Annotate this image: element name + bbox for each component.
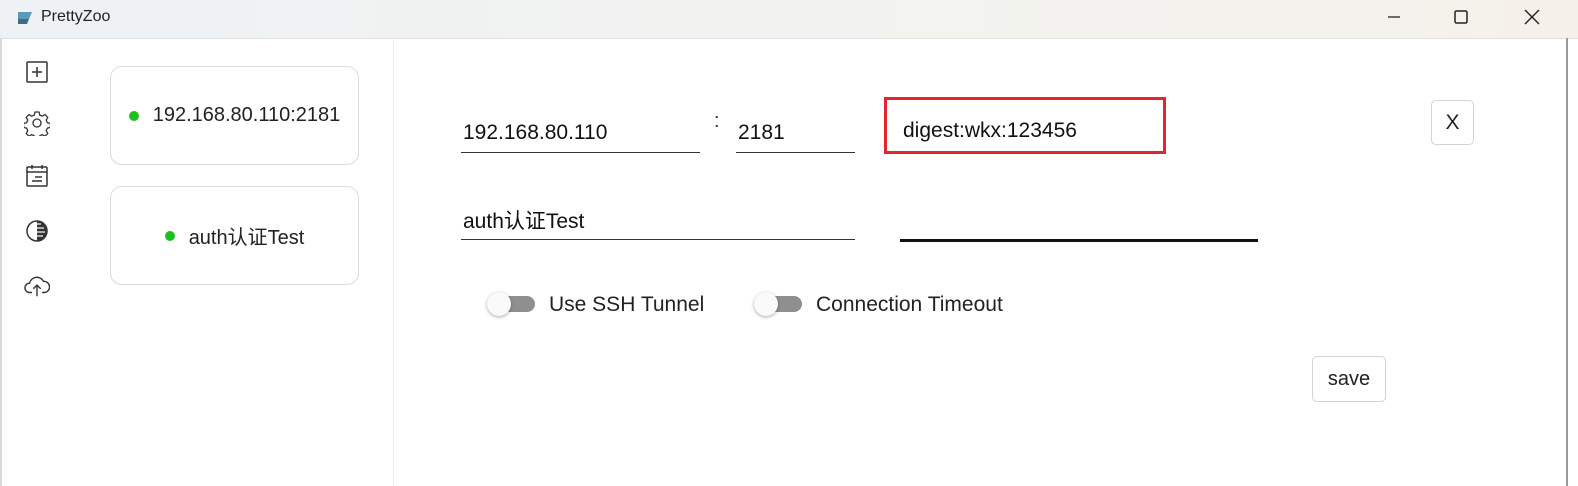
upload-cloud-icon[interactable] <box>24 273 50 299</box>
status-dot <box>164 230 175 241</box>
panel-divider <box>393 39 394 486</box>
port-input[interactable] <box>736 114 855 153</box>
minimize-button[interactable] <box>1364 0 1424 34</box>
toggle-knob <box>487 292 511 316</box>
server-label: 192.168.80.110:2181 <box>152 104 341 126</box>
connection-timeout-label: Connection Timeout <box>816 293 1003 316</box>
maximize-icon <box>1454 10 1468 24</box>
prettyzoo-logo-icon <box>16 9 34 27</box>
close-icon <box>1524 9 1540 25</box>
port-separator: : <box>714 110 720 132</box>
minimize-icon <box>1388 16 1400 18</box>
theme-icon[interactable] <box>24 218 50 244</box>
log-icon[interactable] <box>24 163 50 189</box>
maximize-button[interactable] <box>1431 0 1491 34</box>
close-window-button[interactable] <box>1502 0 1562 34</box>
add-server-icon[interactable] <box>24 59 50 85</box>
acl-input[interactable] <box>901 116 1151 146</box>
window-frame-left <box>0 38 2 486</box>
toggle-knob <box>754 292 778 316</box>
close-form-button[interactable]: X <box>1431 100 1474 145</box>
ssh-tunnel-label: Use SSH Tunnel <box>549 293 705 316</box>
window-title: PrettyZoo <box>41 8 111 25</box>
server-card[interactable]: 192.168.80.110:2181 <box>110 66 359 165</box>
connection-timeout-toggle[interactable] <box>754 292 806 316</box>
window-frame-right <box>1566 38 1568 486</box>
ssh-tunnel-toggle[interactable] <box>487 292 539 316</box>
host-input[interactable] <box>461 114 700 153</box>
settings-icon[interactable] <box>24 110 50 136</box>
alias-input[interactable] <box>461 201 855 240</box>
save-button[interactable]: save <box>1312 356 1386 402</box>
server-label: auth认证Test <box>188 227 305 249</box>
title-bar: PrettyZoo <box>0 0 1578 39</box>
password-input[interactable] <box>900 201 1258 242</box>
server-card[interactable]: auth认证Test <box>110 186 359 285</box>
status-dot <box>128 110 139 121</box>
